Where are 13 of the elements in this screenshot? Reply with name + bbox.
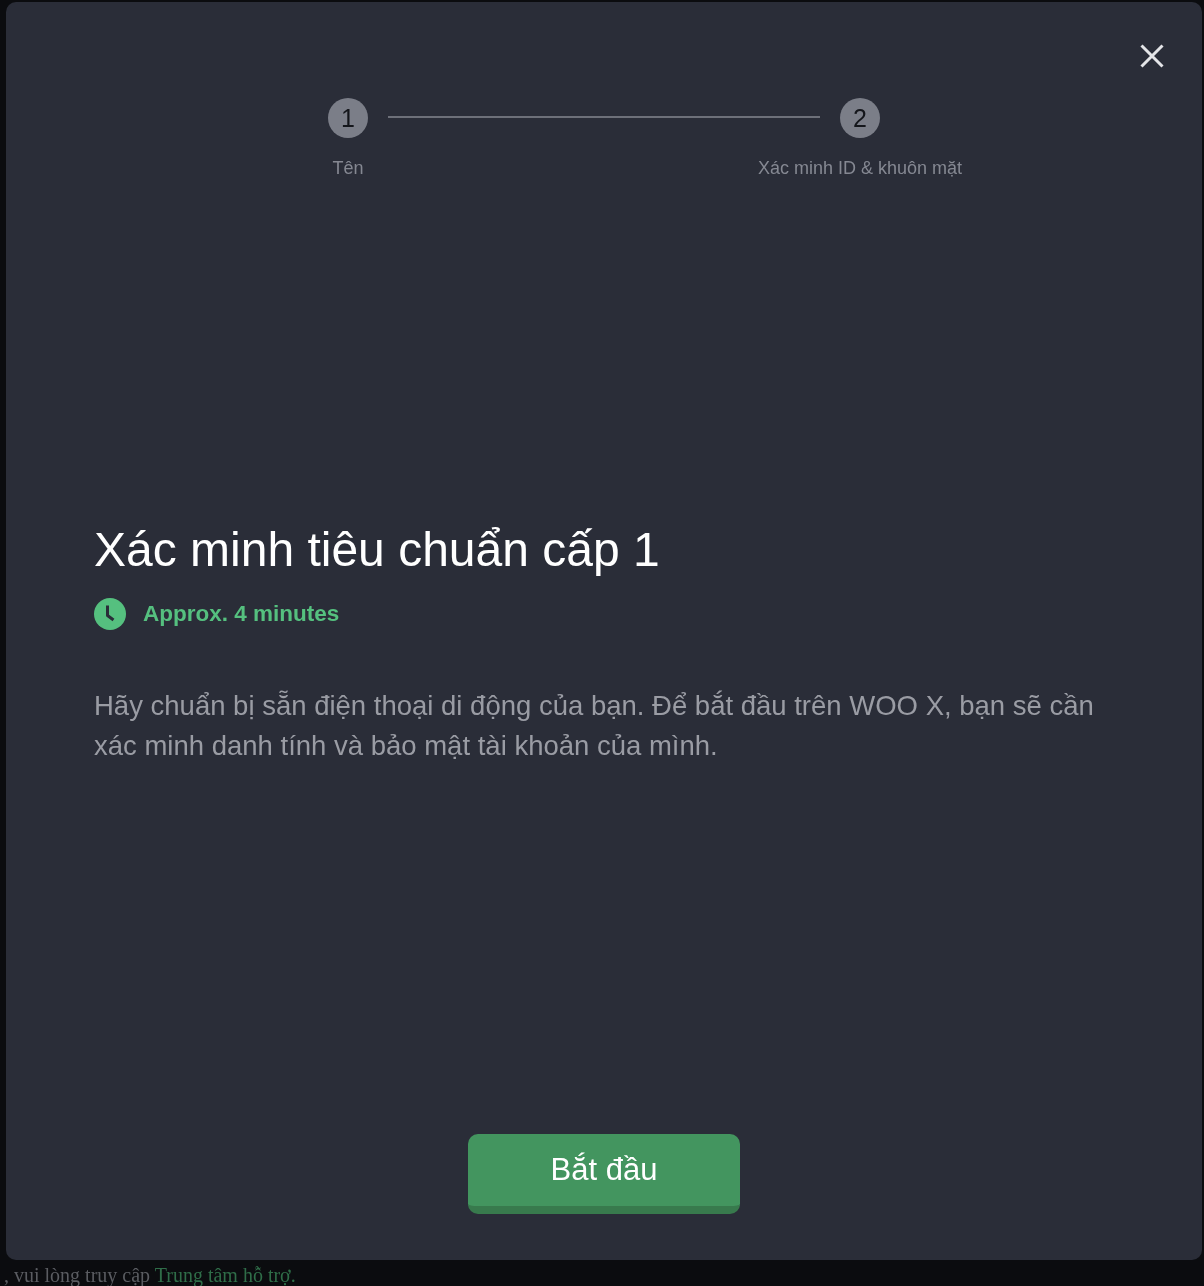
clock-icon bbox=[94, 598, 126, 630]
step-label: Xác minh ID & khuôn mặt bbox=[757, 157, 963, 179]
step-number: 1 bbox=[328, 98, 368, 138]
step-number: 2 bbox=[840, 98, 880, 138]
step-label: Tên bbox=[332, 157, 364, 179]
help-center-link[interactable]: Trung tâm hỗ trợ. bbox=[154, 1264, 296, 1286]
dialog-title: Xác minh tiêu chuẩn cấp 1 bbox=[94, 522, 661, 578]
duration-text: Approx. 4 minutes bbox=[143, 601, 340, 627]
description-text: Hãy chuẩn bị sẵn điện thoại di động của bạn. Để bắt đầu trên WOO X, bạn sẽ cần xác minh danh tính và bảo mật tài khoản của mình. bbox=[94, 689, 1095, 763]
close-button[interactable] bbox=[1140, 44, 1164, 68]
close-icon bbox=[1140, 44, 1164, 68]
start-button[interactable]: Bắt đầu bbox=[468, 1134, 740, 1214]
background-text: , vui lòng truy cập Trung tâm hỗ trợ. bbox=[4, 1264, 297, 1286]
